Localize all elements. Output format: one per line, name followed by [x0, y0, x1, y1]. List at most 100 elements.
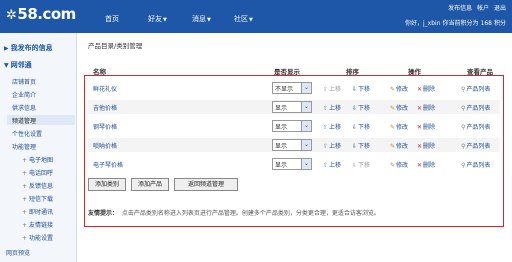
- sidebar-item-functions[interactable]: 功能管理: [12, 142, 36, 151]
- arrow-down-icon: ⇩: [352, 105, 358, 112]
- publish-link[interactable]: 发布信息: [448, 5, 472, 12]
- add-category-button[interactable]: 添加类别: [88, 178, 126, 191]
- sidebar-sub-links[interactable]: + 友情链接: [22, 220, 53, 229]
- arrow-up-icon: ⇧: [323, 86, 329, 93]
- sidebar-sub-sms[interactable]: + 短信下载: [22, 194, 53, 203]
- tip-body: 点击产品类别名称进入列表页进行产品管理。创建多个产品类别，分类更合理，更适合访客…: [121, 210, 380, 217]
- plus-icon: +: [22, 209, 28, 216]
- nav-messages[interactable]: 消息▼: [192, 14, 211, 24]
- pencil-icon: ✎: [390, 105, 396, 112]
- arrow-down-icon: ▼: [4, 62, 9, 69]
- product-list-link[interactable]: ⚲产品列表: [461, 103, 490, 112]
- logo-text: 58.com: [17, 5, 76, 23]
- category-name[interactable]: 电子琴价格: [93, 160, 123, 169]
- move-up-button[interactable]: ⇧上移: [323, 160, 341, 169]
- product-list-link[interactable]: ⚲产品列表: [461, 122, 490, 131]
- edit-button[interactable]: ✎修改: [390, 141, 408, 150]
- greeting: 你好，j_xbin: [405, 20, 441, 27]
- sidebar-sub-callback[interactable]: + 电话回呼: [22, 168, 53, 177]
- nav-community[interactable]: 社区▼: [234, 14, 253, 24]
- sidebar-item-channel[interactable]: 频道管理: [12, 116, 36, 125]
- sidebar-item-shop-home[interactable]: 店铺首页: [12, 77, 36, 86]
- edit-button[interactable]: ✎修改: [390, 160, 408, 169]
- visibility-select[interactable]: 显示 ⌄: [272, 120, 312, 132]
- table-row: 吉他价格 显示 ⌄ ⇧上移 ⇩下移 ✎修改 ✕删除 ⚲产品列表: [88, 100, 500, 114]
- chevron-down-icon: ⌄: [301, 159, 311, 169]
- move-up-button: ⇧上移: [323, 86, 342, 93]
- sidebar-sub-im[interactable]: + 即时通讯: [22, 207, 53, 216]
- sidebar: ▶ 我发布的信息 ▼ 网邻通 店铺首页 企业简介 供求信息 频道管理 个性化设置 功…: [0, 33, 77, 262]
- sidebar-sub-settings[interactable]: + 功能设置: [22, 233, 53, 242]
- arrow-down-icon: ⇩: [352, 143, 358, 150]
- table-row: 电子琴价格 显示 ⌄ ⇧上移 ⇩下移 ✎修改 ✕删除 ⚲产品列表: [88, 157, 500, 171]
- delete-button[interactable]: ✕删除: [417, 141, 435, 150]
- chevron-down-icon: ▼: [163, 17, 167, 23]
- product-list-link[interactable]: ⚲产品列表: [461, 141, 490, 150]
- nav-home[interactable]: 首页: [105, 14, 119, 24]
- table-row: 钢琴价格 显示 ⌄ ⇧上移 ⇩下移 ✎修改 ✕删除 ⚲产品列表: [88, 119, 500, 133]
- move-up-button[interactable]: ⇧上移: [323, 141, 341, 150]
- table-row: 唢呐价格 显示 ⌄ ⇧上移 ⇩下移 ✎修改 ✕删除 ⚲产品列表: [88, 138, 500, 152]
- chevron-down-icon: ⌄: [301, 121, 311, 131]
- move-down-button[interactable]: ⇩下移: [352, 122, 370, 131]
- arrow-down-icon: ⇩: [352, 86, 358, 93]
- nav-friends[interactable]: 好友▼: [148, 14, 167, 24]
- chevron-down-icon: ▼: [207, 17, 211, 23]
- delete-button[interactable]: ✕删除: [417, 103, 435, 112]
- col-header-order: 排序: [346, 68, 359, 76]
- move-down-button[interactable]: ⇩下移: [352, 84, 370, 93]
- pencil-icon: ✎: [390, 124, 396, 131]
- site-logo[interactable]: ✲58.com: [6, 5, 76, 23]
- delete-icon: ✕: [417, 86, 423, 93]
- points-value: 168: [480, 20, 492, 27]
- move-down-button[interactable]: ⇩下移: [352, 141, 370, 150]
- pencil-icon: ✎: [390, 162, 396, 169]
- edit-button[interactable]: ✎修改: [390, 103, 408, 112]
- sidebar-sub-feedback[interactable]: + 反馈信息: [22, 181, 53, 190]
- product-list-link[interactable]: ⚲产品列表: [461, 84, 490, 93]
- plus-icon: +: [22, 157, 28, 164]
- user-info: 你好，j_xbin 你当前积分为 168 积分: [403, 18, 506, 27]
- sidebar-item-preview[interactable]: 网页预览: [6, 248, 30, 257]
- top-bar: ✲58.com 首页 好友▼ 消息▼ 社区▼ 发布信息 帐户 退出 你好，j_x…: [0, 0, 512, 33]
- sidebar-item-supply[interactable]: 供求信息: [12, 103, 36, 112]
- pencil-icon: ✎: [390, 143, 396, 150]
- edit-button[interactable]: ✎修改: [390, 84, 408, 93]
- tip-label: 友情提示：: [88, 210, 119, 217]
- search-icon: ⚲: [461, 143, 466, 150]
- arrow-down-icon: ⇩: [352, 162, 358, 169]
- sidebar-head-wanglintong[interactable]: ▼ 网邻通: [4, 60, 32, 70]
- delete-button[interactable]: ✕删除: [417, 122, 435, 131]
- category-name[interactable]: 鲜花礼仪: [93, 84, 117, 93]
- visibility-select[interactable]: 显示 ⌄: [272, 158, 312, 170]
- visibility-select[interactable]: 显示 ⌄: [272, 101, 312, 113]
- points-unit: 积分: [493, 20, 506, 27]
- sidebar-item-personalize[interactable]: 个性化设置: [12, 129, 42, 138]
- delete-icon: ✕: [417, 124, 423, 131]
- category-name[interactable]: 唢呐价格: [93, 141, 117, 150]
- chevron-down-icon: ⌄: [301, 102, 311, 112]
- category-name[interactable]: 吉他价格: [93, 103, 117, 112]
- add-product-button[interactable]: 添加产品: [131, 178, 169, 191]
- product-list-link[interactable]: ⚲产品列表: [461, 160, 490, 169]
- arrow-down-icon: ⇩: [352, 124, 358, 131]
- logout-link[interactable]: 退出: [494, 5, 506, 12]
- account-link[interactable]: 帐户: [477, 5, 489, 12]
- visibility-select[interactable]: 显示 ⌄: [272, 139, 312, 151]
- move-up-button[interactable]: ⇧上移: [323, 103, 341, 112]
- sidebar-item-company-intro[interactable]: 企业简介: [12, 90, 36, 99]
- sidebar-head-my-posts[interactable]: ▶ 我发布的信息: [4, 43, 53, 53]
- visibility-select[interactable]: 不显示 ⌄: [272, 82, 312, 94]
- edit-button[interactable]: ✎修改: [390, 122, 408, 131]
- delete-button[interactable]: ✕删除: [417, 160, 435, 169]
- delete-button[interactable]: ✕删除: [417, 84, 435, 93]
- move-down-button[interactable]: ⇩下移: [352, 103, 370, 112]
- move-up-button[interactable]: ⇧上移: [323, 122, 341, 131]
- category-name[interactable]: 钢琴价格: [93, 122, 117, 131]
- sidebar-sub-map[interactable]: + 电子地图: [22, 155, 53, 164]
- search-icon: ⚲: [461, 162, 466, 169]
- logo-icon: ✲: [6, 8, 17, 23]
- col-header-visibility: 是否显示: [274, 68, 300, 76]
- back-to-channel-button[interactable]: 返回频道管理: [174, 178, 238, 191]
- arrow-up-icon: ⇧: [323, 124, 329, 131]
